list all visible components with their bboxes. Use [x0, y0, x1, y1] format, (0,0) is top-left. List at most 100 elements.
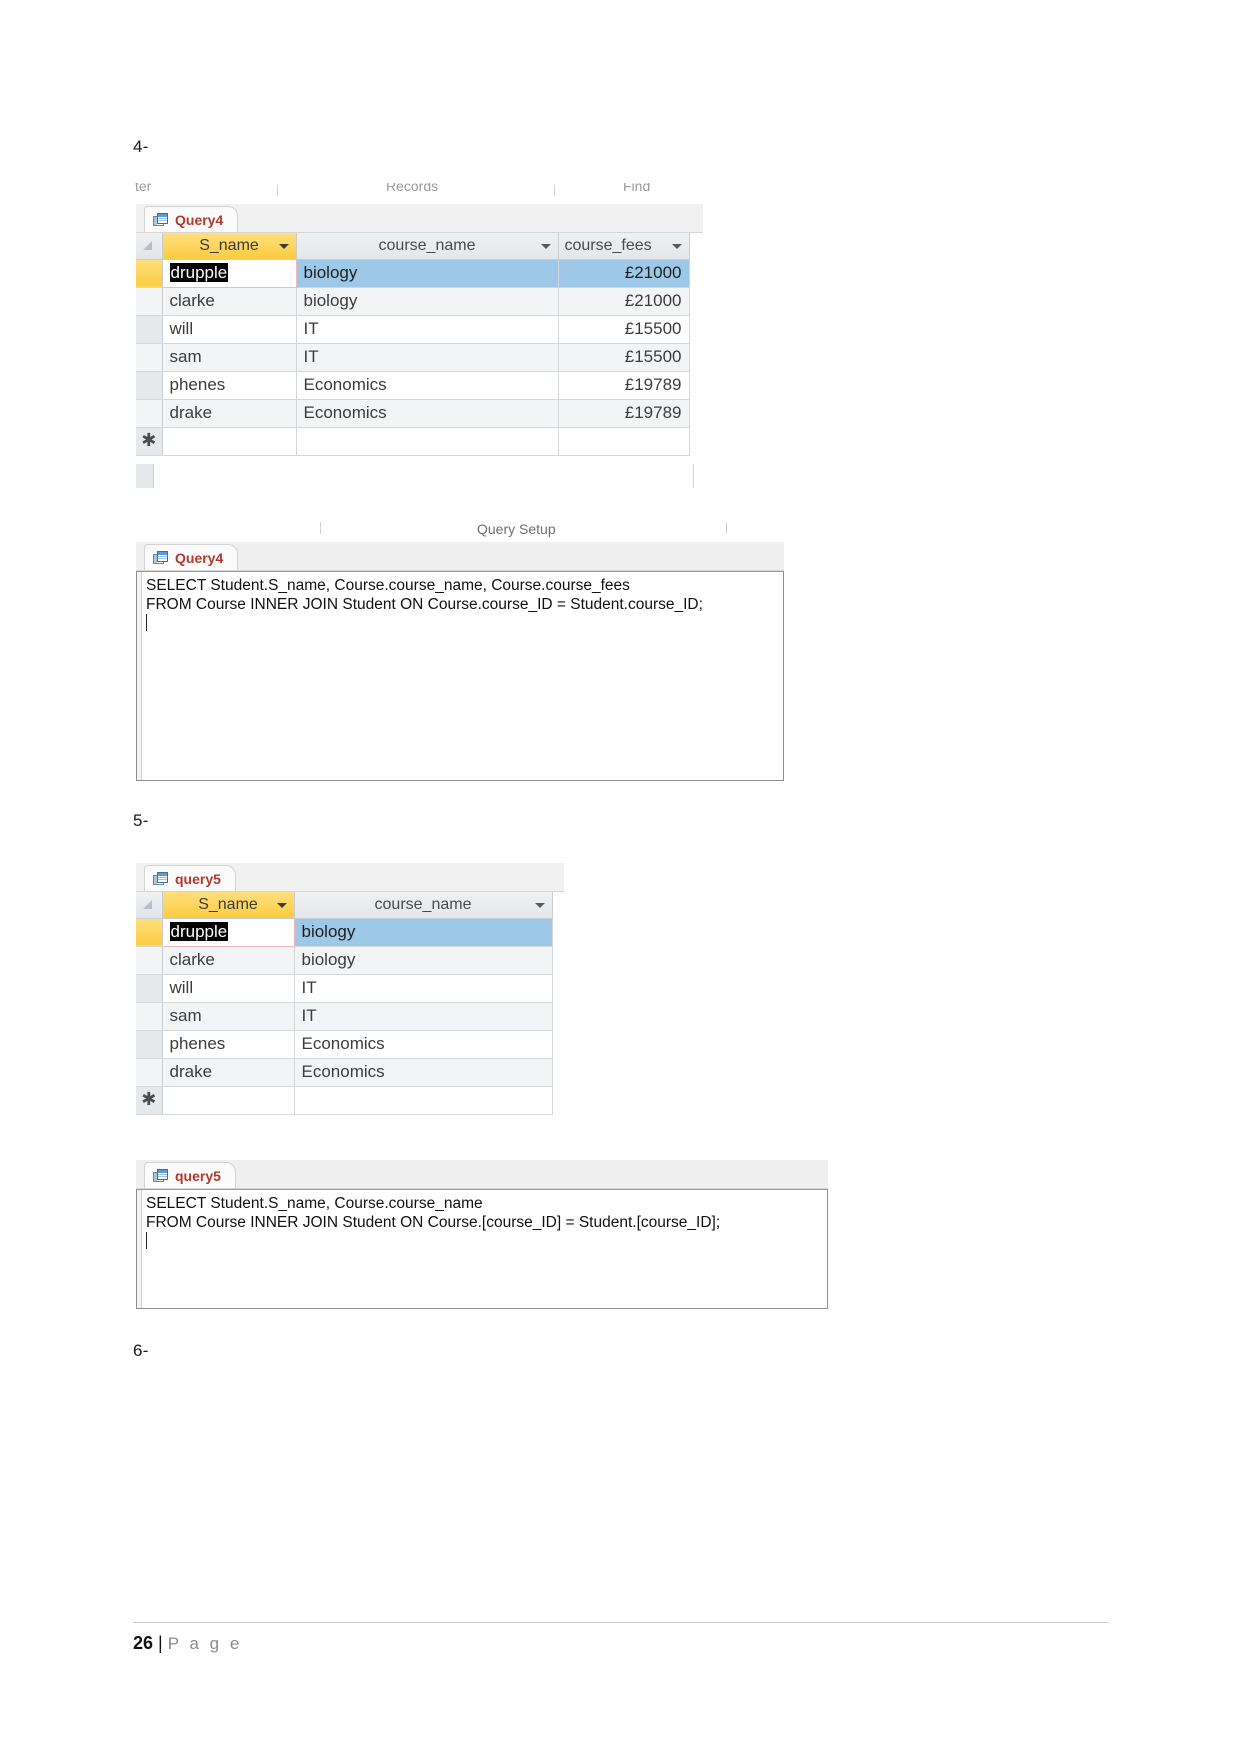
ribbon-separator — [320, 522, 321, 534]
datasheet-empty-area — [136, 464, 694, 488]
chevron-down-icon[interactable] — [540, 244, 551, 249]
row-selector[interactable] — [136, 259, 163, 288]
row-selector[interactable] — [136, 343, 163, 372]
row-selector[interactable] — [136, 315, 163, 344]
ribbon-separator — [554, 185, 555, 196]
query5-sql-tab-label: query5 — [175, 1167, 221, 1184]
cell-course-fees[interactable]: £19789 — [558, 399, 690, 428]
query-datasheet-icon — [153, 871, 169, 886]
cell-course-name[interactable]: Economics — [296, 399, 559, 428]
cell-course-name[interactable]: biology — [296, 287, 559, 316]
table-row[interactable]: sam IT £15500 — [136, 343, 690, 372]
table-row[interactable]: phenes Economics — [136, 1030, 553, 1059]
column-header-label: course_fees — [564, 236, 652, 254]
sql-editor-gutter — [137, 572, 142, 780]
cell-s-name[interactable] — [162, 427, 297, 456]
chevron-down-icon[interactable] — [278, 244, 289, 249]
cell-s-name[interactable]: sam — [162, 1002, 295, 1031]
query5-sql-document-tab[interactable]: query5 — [144, 1162, 236, 1188]
cell-s-name[interactable]: drupple — [161, 258, 297, 288]
cell-course-name[interactable]: IT — [296, 343, 559, 372]
table-row[interactable]: will IT £15500 — [136, 315, 690, 344]
cell-course-name[interactable]: IT — [296, 315, 559, 344]
cell-course-fees[interactable]: £19789 — [558, 371, 690, 400]
new-record-row[interactable]: ✱ — [136, 1086, 553, 1115]
cell-s-name[interactable]: phenes — [162, 371, 297, 400]
cell-course-name[interactable] — [294, 1086, 553, 1115]
column-header-course-fees[interactable]: course_fees — [558, 233, 690, 260]
row-selector[interactable] — [136, 918, 163, 947]
table-row[interactable]: drupple biology £21000 — [136, 258, 690, 288]
chevron-down-icon[interactable] — [534, 903, 545, 908]
asterisk-icon: ✱ — [141, 1089, 157, 1109]
cell-course-fees[interactable]: £21000 — [558, 287, 690, 316]
cell-s-name[interactable]: will — [162, 974, 295, 1003]
row-selector[interactable] — [136, 1058, 163, 1087]
cell-course-name[interactable]: IT — [294, 1002, 553, 1031]
ribbon-group-sort-filter-label: ter — [135, 183, 152, 194]
select-all-cell[interactable] — [136, 892, 163, 919]
query5-sql-text[interactable]: SELECT Student.S_name, Course.course_nam… — [146, 1194, 720, 1232]
row-selector[interactable] — [136, 1002, 163, 1031]
new-record-selector[interactable]: ✱ — [136, 1086, 163, 1115]
query4-document-tab[interactable]: Query4 — [144, 206, 239, 232]
column-header-s-name[interactable]: S_name — [162, 892, 295, 919]
query5-sql-window: query5 SELECT Student.S_name, Course.cou… — [136, 1160, 828, 1309]
row-selector[interactable] — [136, 974, 163, 1003]
cell-s-name[interactable]: drupple — [161, 917, 295, 947]
column-header-course-name[interactable]: course_name — [294, 892, 553, 919]
cell-s-name[interactable]: clarke — [162, 287, 297, 316]
table-row[interactable]: phenes Economics £19789 — [136, 371, 690, 400]
query4-sql-text[interactable]: SELECT Student.S_name, Course.course_nam… — [146, 576, 703, 614]
table-row[interactable]: drake Economics £19789 — [136, 399, 690, 428]
cell-course-name[interactable]: biology — [294, 946, 553, 975]
column-header-s-name[interactable]: S_name — [162, 233, 297, 260]
cell-s-name[interactable]: sam — [162, 343, 297, 372]
chevron-down-icon[interactable] — [671, 244, 682, 249]
cell-s-name[interactable] — [162, 1086, 295, 1115]
new-record-selector[interactable]: ✱ — [136, 427, 163, 456]
query4-datasheet-grid[interactable]: S_name course_name course_fees drupple b… — [136, 233, 690, 456]
cell-course-name[interactable]: Economics — [296, 371, 559, 400]
cell-course-fees[interactable]: £15500 — [558, 315, 690, 344]
cell-s-name[interactable]: drake — [162, 1058, 295, 1087]
query4-sql-editor[interactable]: SELECT Student.S_name, Course.course_nam… — [136, 571, 784, 781]
row-selector[interactable] — [136, 946, 163, 975]
chevron-down-icon[interactable] — [276, 903, 287, 908]
cell-course-name[interactable]: biology — [294, 918, 553, 947]
cell-course-fees[interactable]: £15500 — [558, 343, 690, 372]
query-design-icon — [153, 550, 169, 565]
table-row[interactable]: drake Economics — [136, 1058, 553, 1087]
column-header-course-name[interactable]: course_name — [296, 233, 559, 260]
cell-s-name[interactable]: drake — [162, 399, 297, 428]
cell-s-name[interactable]: phenes — [162, 1030, 295, 1059]
row-selector[interactable] — [136, 371, 163, 400]
cell-course-fees[interactable] — [558, 427, 690, 456]
cell-course-name[interactable]: Economics — [294, 1058, 553, 1087]
cell-course-name[interactable]: IT — [294, 974, 553, 1003]
query4-sql-document-tab[interactable]: Query4 — [144, 544, 239, 570]
cell-s-name[interactable]: clarke — [162, 946, 295, 975]
table-row[interactable]: clarke biology — [136, 946, 553, 975]
cell-course-name[interactable]: Economics — [294, 1030, 553, 1059]
table-row[interactable]: drupple biology — [136, 917, 553, 947]
ribbon-group-records-label: Records — [386, 183, 439, 194]
query-datasheet-icon — [153, 212, 169, 227]
cell-course-name[interactable] — [296, 427, 559, 456]
row-selector[interactable] — [136, 287, 163, 316]
row-selector[interactable] — [136, 399, 163, 428]
ribbon-group-find-label: Find — [623, 183, 651, 194]
query5-sql-editor[interactable]: SELECT Student.S_name, Course.course_nam… — [136, 1189, 828, 1309]
query5-datasheet-grid[interactable]: S_name course_name drupple biology clark… — [136, 892, 553, 1115]
table-row[interactable]: clarke biology £21000 — [136, 287, 690, 316]
query5-document-tab[interactable]: query5 — [144, 865, 236, 891]
table-row[interactable]: will IT — [136, 974, 553, 1003]
table-row[interactable]: sam IT — [136, 1002, 553, 1031]
row-selector[interactable] — [136, 1030, 163, 1059]
ribbon-separator — [726, 522, 727, 534]
cell-course-fees[interactable]: £21000 — [558, 259, 690, 288]
cell-s-name[interactable]: will — [162, 315, 297, 344]
new-record-row[interactable]: ✱ — [136, 427, 690, 456]
select-all-cell[interactable] — [136, 233, 163, 260]
cell-course-name[interactable]: biology — [296, 259, 559, 288]
